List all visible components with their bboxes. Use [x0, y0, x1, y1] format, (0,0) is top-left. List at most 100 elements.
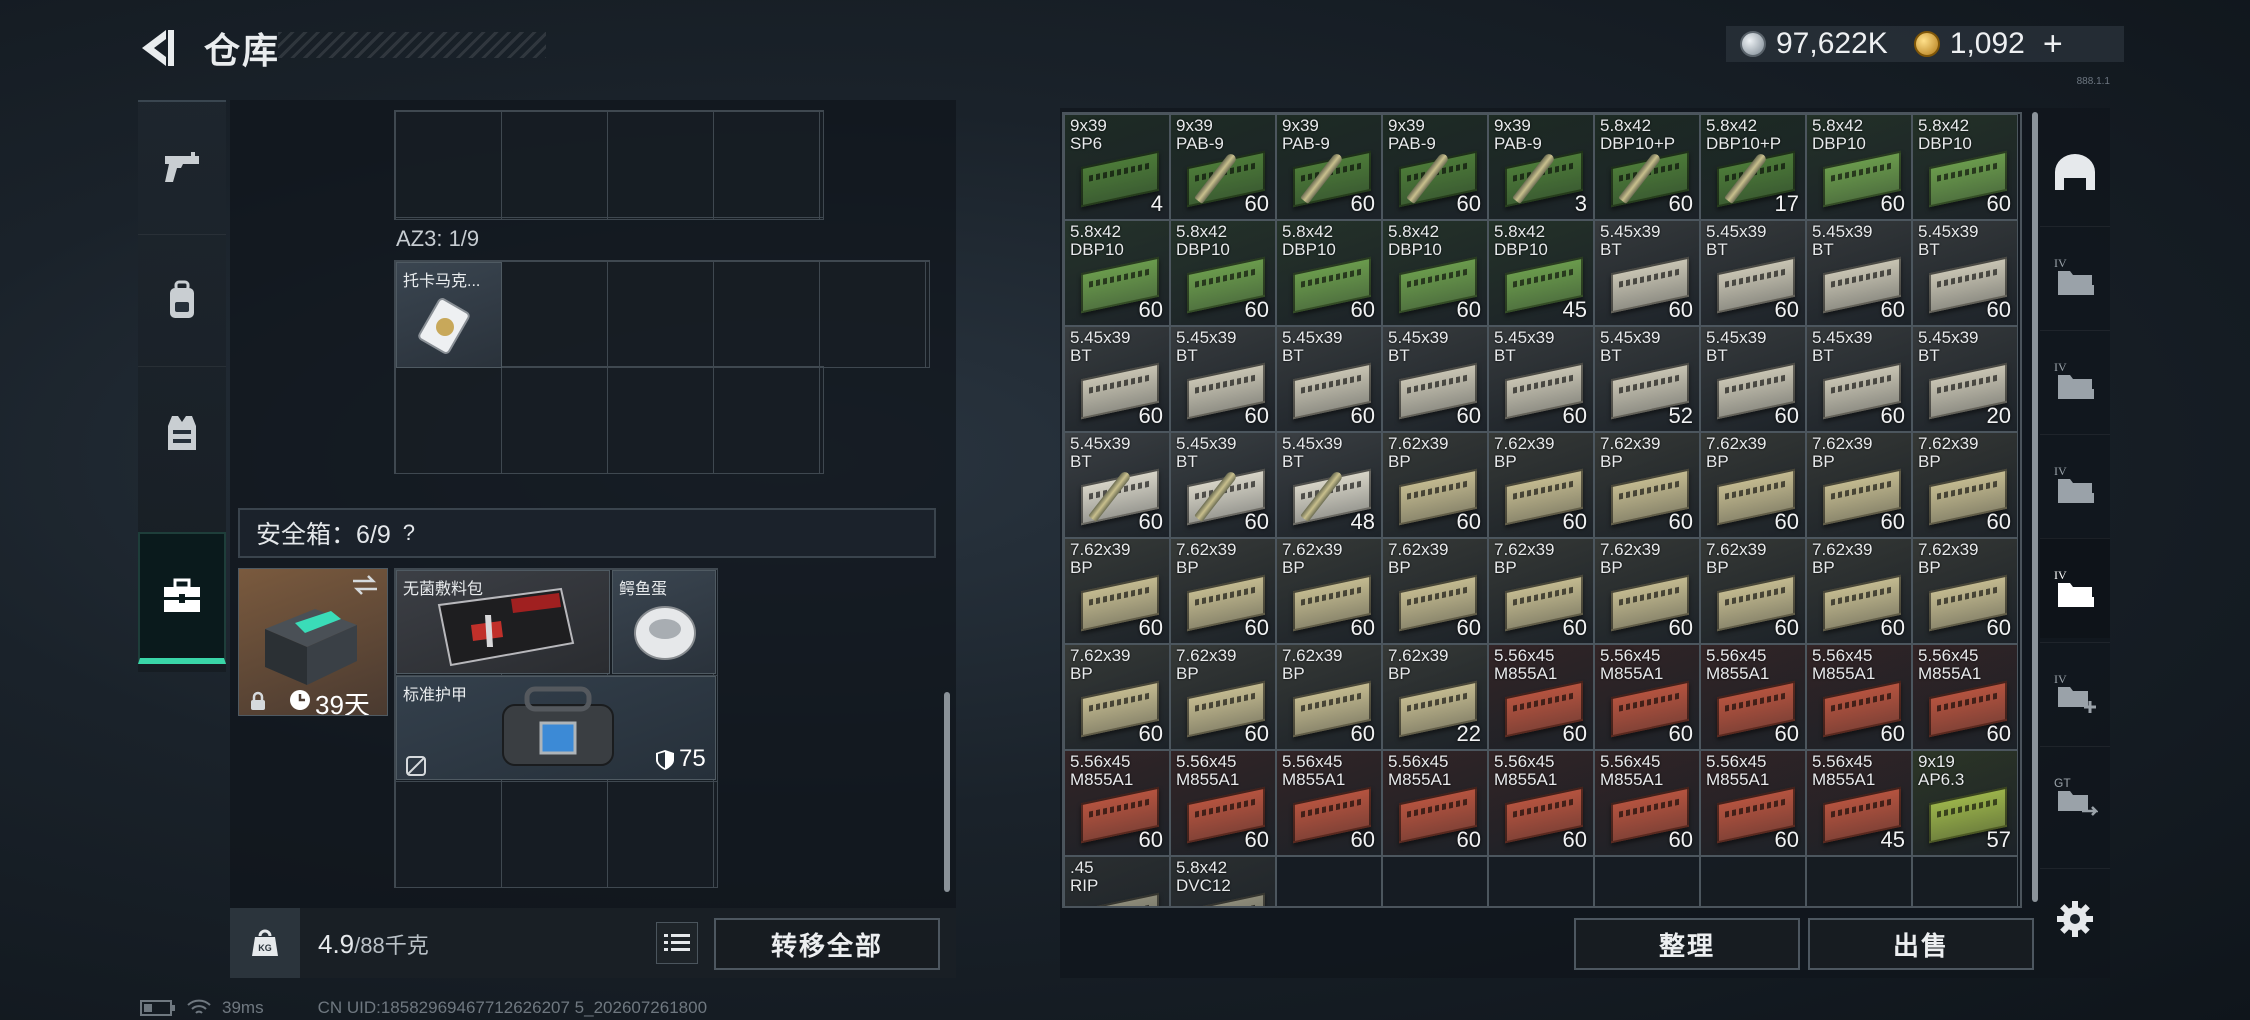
stash-item[interactable]: 7.62x39 BP 60	[1170, 644, 1276, 750]
stash-item[interactable]: 5.56x45 M855A1 60	[1382, 750, 1488, 856]
stash-item[interactable]: 5.45x39 BT 52	[1594, 326, 1700, 432]
empty-stash-slot[interactable]	[1276, 856, 1382, 906]
stash-item[interactable]: 5.45x39 BT 60	[1064, 326, 1170, 432]
stash-item[interactable]: 7.62x39 BP 60	[1700, 538, 1806, 644]
help-button[interactable]: ?	[403, 520, 415, 546]
stash-item[interactable]: 5.45x39 BT 60	[1700, 326, 1806, 432]
stash-item[interactable]: 5.56x45 M855A1 60	[1488, 644, 1594, 750]
tab-safe-box[interactable]	[138, 532, 226, 664]
stash-item[interactable]: 7.62x39 BP 60	[1382, 538, 1488, 644]
stash-item[interactable]: 7.62x39 BP 60	[1064, 538, 1170, 644]
stash-item[interactable]: 7.62x39 BP 60	[1806, 538, 1912, 644]
inventory-scrollbar[interactable]	[944, 692, 950, 892]
stash-item[interactable]: 5.56x45 M855A1 60	[1594, 644, 1700, 750]
list-view-button[interactable]	[656, 922, 698, 964]
stash-item[interactable]: 5.8x42 DBP10 60	[1806, 114, 1912, 220]
stash-item[interactable]: 5.45x39 BT 60	[1276, 326, 1382, 432]
stash-item[interactable]: 7.62x39 BP 60	[1276, 538, 1382, 644]
stash-item[interactable]: 7.62x39 BP 60	[1488, 538, 1594, 644]
stash-item[interactable]: 5.8x42 DVC12	[1170, 856, 1276, 906]
stash-item[interactable]: 9x39 PAB-9 60	[1276, 114, 1382, 220]
stash-item[interactable]: 5.45x39 BT 60	[1170, 432, 1276, 538]
stash-item[interactable]: 7.62x39 BP 60	[1594, 432, 1700, 538]
stash-item[interactable]: 9x19 AP6.3 57	[1912, 750, 2018, 856]
stash-item[interactable]: 5.56x45 M855A1 60	[1700, 644, 1806, 750]
container-tab-helmet[interactable]	[2040, 122, 2110, 222]
gold-coin-icon	[1913, 31, 1940, 57]
transfer-all-button[interactable]: 转移全部	[714, 918, 940, 970]
stash-item[interactable]: 5.8x42 DBP10 60	[1170, 220, 1276, 326]
tab-vest[interactable]	[138, 366, 226, 498]
sort-button[interactable]: 整理	[1574, 918, 1800, 970]
empty-stash-slot[interactable]	[1382, 856, 1488, 906]
stash-item[interactable]: 5.8x42 DBP10+P 17	[1700, 114, 1806, 220]
stash-item[interactable]: 5.8x42 DBP10+P 60	[1594, 114, 1700, 220]
stash-item[interactable]: 7.62x39 BP 60	[1064, 644, 1170, 750]
stash-item[interactable]: 5.56x45 M855A1 60	[1064, 750, 1170, 856]
container-tab-3[interactable]: IV	[2040, 434, 2110, 534]
stash-item[interactable]: 5.8x42 DBP10 45	[1488, 220, 1594, 326]
stash-item[interactable]: 7.62x39 BP 60	[1170, 538, 1276, 644]
stash-item[interactable]: 7.62x39 BP 60	[1594, 538, 1700, 644]
stash-item[interactable]: 5.56x45 M855A1 60	[1488, 750, 1594, 856]
safe-item-sterile-dressing[interactable]: 无菌敷料包	[396, 570, 610, 674]
container-tab-2[interactable]: IV	[2040, 330, 2110, 430]
tab-weapons[interactable]	[138, 102, 226, 234]
empty-stash-slot[interactable]	[1488, 856, 1594, 906]
stash-item[interactable]: 5.56x45 M855A1 60	[1276, 750, 1382, 856]
stash-item[interactable]: 5.8x42 DBP10 60	[1912, 114, 2018, 220]
stash-item[interactable]: 5.56x45 M855A1 60	[1700, 750, 1806, 856]
stash-item[interactable]: 5.45x39 BT 60	[1594, 220, 1700, 326]
stash-item[interactable]: 5.45x39 BT 48	[1276, 432, 1382, 538]
stash-item[interactable]: 5.8x42 DBP10 60	[1382, 220, 1488, 326]
stash-item[interactable]: 5.45x39 BT 60	[1064, 432, 1170, 538]
stash-item[interactable]: 7.62x39 BP 22	[1382, 644, 1488, 750]
stash-item[interactable]: 5.45x39 BT 60	[1700, 220, 1806, 326]
settings-button[interactable]	[2040, 868, 2110, 968]
stash-item[interactable]: 5.45x39 BT 60	[1170, 326, 1276, 432]
stash-item[interactable]: 9x39 PAB-9 3	[1488, 114, 1594, 220]
stash-item[interactable]: .45 RIP	[1064, 856, 1170, 906]
safe-item-croc-egg[interactable]: 鳄鱼蛋	[612, 570, 716, 674]
stash-item[interactable]: 9x39 PAB-9 60	[1170, 114, 1276, 220]
stash-item[interactable]: 7.62x39 BP 60	[1488, 432, 1594, 538]
container-tab-transfer[interactable]: GT	[2040, 746, 2110, 846]
stash-item[interactable]: 5.8x42 DBP10 60	[1064, 220, 1170, 326]
stash-item[interactable]: 5.45x39 BT 60	[1488, 326, 1594, 432]
az3-item-tokamak[interactable]: 托卡马克...	[396, 262, 502, 368]
stash-item[interactable]: 7.62x39 BP 60	[1806, 432, 1912, 538]
safe-item-standard-armor[interactable]: 标准护甲 75	[396, 676, 716, 780]
stash-item[interactable]: 9x39 SP6 4	[1064, 114, 1170, 220]
sell-button[interactable]: 出售	[1808, 918, 2034, 970]
stash-item[interactable]: 5.45x39 BT 60	[1806, 326, 1912, 432]
stash-item[interactable]: 5.56x45 M855A1 60	[1594, 750, 1700, 856]
stash-item[interactable]: 5.45x39 BT 60	[1912, 220, 2018, 326]
stash-item[interactable]: 5.8x42 DBP10 60	[1276, 220, 1382, 326]
stash-item[interactable]: 7.62x39 BP 60	[1276, 644, 1382, 750]
stash-item-label: 5.56x45 M855A1	[1494, 752, 1558, 789]
stash-item[interactable]: 5.45x39 BT 60	[1382, 326, 1488, 432]
stash-item[interactable]: 7.62x39 BP 60	[1912, 538, 2018, 644]
empty-stash-slot[interactable]	[1700, 856, 1806, 906]
safe-box-container[interactable]: 39天	[238, 568, 388, 716]
stash-item[interactable]: 5.45x39 BT 60	[1806, 220, 1912, 326]
stash-item[interactable]: 5.56x45 M855A1 60	[1170, 750, 1276, 856]
stash-item[interactable]: 5.56x45 M855A1 60	[1806, 644, 1912, 750]
stash-scrollbar[interactable]	[2032, 112, 2038, 902]
container-tab-1[interactable]: IV	[2040, 226, 2110, 326]
back-button[interactable]	[136, 26, 180, 70]
stash-item[interactable]: 5.56x45 M855A1 45	[1806, 750, 1912, 856]
stash-item[interactable]: 5.45x39 BT 20	[1912, 326, 2018, 432]
stash-item[interactable]: 7.62x39 BP 60	[1912, 432, 2018, 538]
stash-item[interactable]: 5.56x45 M855A1 60	[1912, 644, 2018, 750]
container-tab-4[interactable]: IV	[2040, 538, 2110, 638]
empty-stash-slot[interactable]	[1912, 856, 2018, 906]
container-tab-add[interactable]: IV	[2040, 642, 2110, 742]
stash-item[interactable]: 7.62x39 BP 60	[1700, 432, 1806, 538]
stash-item[interactable]: 7.62x39 BP 60	[1382, 432, 1488, 538]
empty-stash-slot[interactable]	[1594, 856, 1700, 906]
tab-backpack[interactable]	[138, 234, 226, 366]
add-currency-button[interactable]: +	[2043, 25, 2063, 64]
empty-stash-slot[interactable]	[1806, 856, 1912, 906]
stash-item[interactable]: 9x39 PAB-9 60	[1382, 114, 1488, 220]
